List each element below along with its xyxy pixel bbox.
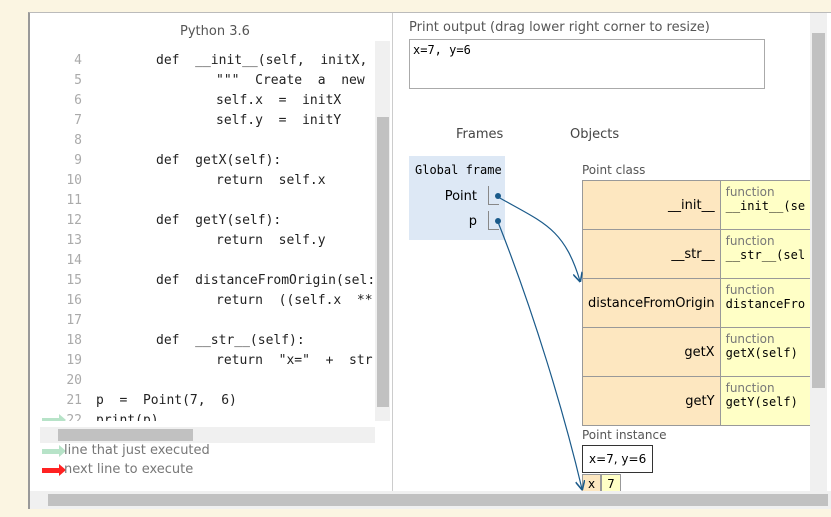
code-line: 19 return "x=" + str: [30, 351, 374, 371]
code-text: self.x = initX: [216, 93, 342, 108]
red-arrow-icon: [42, 464, 66, 476]
line-number: 18: [66, 333, 82, 348]
legend-label: line that just executed: [64, 443, 210, 458]
code-line: 13 return self.y: [30, 231, 374, 251]
code-line: 11: [30, 191, 374, 211]
code-line: 18 def __str__(self):: [30, 331, 374, 351]
code-text: def getX(self):: [156, 153, 282, 168]
line-number: 12: [66, 213, 82, 228]
line-number: 8: [74, 133, 82, 148]
language-label: Python 3.6: [180, 24, 250, 39]
code-line: 17: [30, 311, 374, 331]
legend-label: next line to execute: [64, 462, 194, 477]
scrollbar-thumb[interactable]: [58, 429, 193, 441]
visualization-panel: Print output (drag lower right corner to…: [394, 13, 810, 491]
line-number: 4: [74, 53, 82, 68]
main-vertical-scrollbar[interactable]: [810, 13, 827, 491]
line-number: 5: [74, 73, 82, 88]
line-number: 19: [66, 353, 82, 368]
code-text: self.y = initY: [216, 113, 342, 128]
line-number: 16: [66, 293, 82, 308]
code-line: 8: [30, 131, 374, 151]
code-text: print(p): [96, 413, 159, 421]
line-number: 20: [66, 373, 82, 388]
arrow-point-to-class: [497, 196, 580, 281]
line-number: 10: [66, 173, 82, 188]
code-line: 7 self.y = initY: [30, 111, 374, 131]
line-number: 15: [66, 273, 82, 288]
green-arrow-icon: [42, 445, 66, 457]
line-number: 14: [66, 253, 82, 268]
line-number: 6: [74, 93, 82, 108]
code-text: return self.x: [216, 173, 326, 188]
code-text: """ Create a new: [216, 73, 365, 88]
code-line: 15 def distanceFromOrigin(sel:: [30, 271, 374, 291]
code-panel: Python 3.6 4 def __init__(self, initX, 5 ""…: [30, 13, 393, 491]
code-text: def __init__(self, initX,: [156, 53, 368, 68]
code-listing: 4 def __init__(self, initX, 5 """ Create a …: [30, 41, 374, 421]
code-vertical-scrollbar[interactable]: [375, 41, 390, 421]
line-number: 22: [66, 413, 82, 421]
line-number: 7: [74, 113, 82, 128]
code-line: 9 def getX(self):: [30, 151, 374, 171]
pointer-arrows: [497, 196, 810, 491]
code-text: def getY(self):: [156, 213, 282, 228]
code-text: return ((self.x **: [216, 293, 373, 308]
arrow-p-to-instance: [497, 221, 582, 489]
visualizer: Python 3.6 4 def __init__(self, initX, 5 ""…: [28, 12, 831, 509]
code-line: 5 """ Create a new: [30, 71, 374, 91]
code-text: p = Point(7, 6): [96, 393, 237, 408]
line-number: 17: [66, 313, 82, 328]
main-horizontal-scrollbar[interactable]: [30, 491, 831, 509]
scrollbar-thumb[interactable]: [48, 494, 828, 506]
line-number: 13: [66, 233, 82, 248]
code-line: 4 def __init__(self, initX,: [30, 51, 374, 71]
code-text: def distanceFromOrigin(sel:: [156, 273, 374, 288]
line-number: 21: [66, 393, 82, 408]
code-text: return "x=" + str: [216, 353, 373, 368]
code-line: 6 self.x = initX: [30, 91, 374, 111]
code-horizontal-scrollbar[interactable]: [40, 427, 375, 443]
scrollbar-thumb[interactable]: [377, 117, 389, 407]
code-line: 12 def getY(self):: [30, 211, 374, 231]
code-text: return self.y: [216, 233, 326, 248]
code-line: 16 return ((self.x **: [30, 291, 374, 311]
code-line: 10 return self.x: [30, 171, 374, 191]
scrollbar-thumb[interactable]: [812, 33, 825, 388]
code-line: 14: [30, 251, 374, 271]
code-line: 20: [30, 371, 374, 391]
code-line: 21 p = Point(7, 6): [30, 391, 374, 411]
line-number: 11: [66, 193, 82, 208]
code-text: def __str__(self):: [156, 333, 305, 348]
code-line: 22 print(p): [30, 411, 374, 421]
line-number: 9: [74, 153, 82, 168]
